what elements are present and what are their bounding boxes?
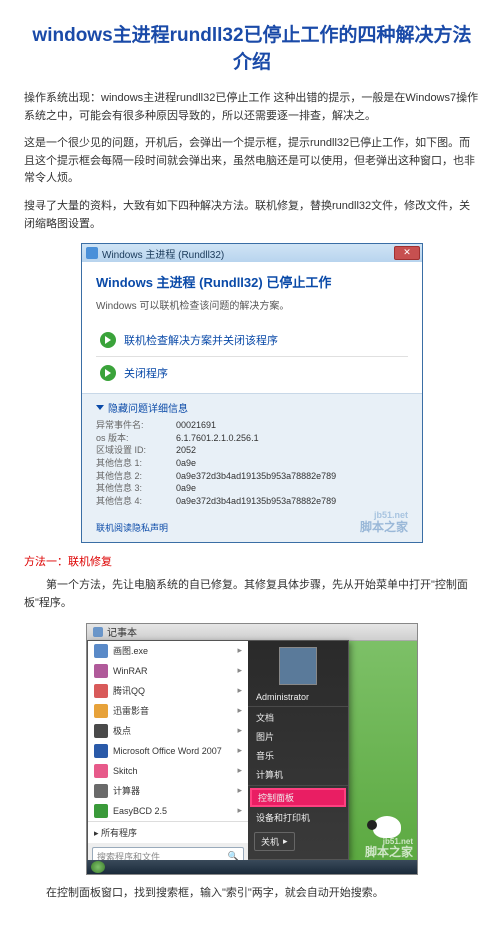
app-icon	[94, 724, 108, 738]
watermark-text: 脚本之家	[360, 521, 408, 534]
screenshot-start-menu: 记事本 画图.exe▸WinRAR▸腾讯QQ▸迅雷影音▸极点▸Microsoft…	[86, 623, 418, 875]
method-1-step-1: 第一个方法，先让电脑系统的自已修复。其修复具体步骤，先从开始菜单中打开"控制面板…	[24, 577, 480, 612]
paragraph-3: 搜寻了大量的资料，大致有如下四种解决方法。联机修复，替换rundll32文件，修…	[24, 198, 480, 233]
dialog-titlebar: Windows 主进程 (Rundll32) ✕	[82, 244, 422, 262]
action-close-program[interactable]: 关闭程序	[96, 359, 408, 387]
arrow-icon	[100, 332, 116, 348]
action-online-check[interactable]: 联机检查解决方案并关闭该程序	[96, 326, 408, 354]
screenshot-error-dialog: Windows 主进程 (Rundll32) ✕ Windows 主进程 (Ru…	[81, 243, 423, 543]
start-menu-app[interactable]: Microsoft Office Word 2007▸	[88, 741, 248, 761]
app-icon	[94, 784, 108, 798]
shutdown-area: 关机▸	[248, 832, 348, 855]
action-close-program-label: 关闭程序	[124, 365, 168, 381]
start-menu-app[interactable]: EasyBCD 2.5▸	[88, 801, 248, 821]
detail-row: 其他信息 3:0a9e	[96, 482, 408, 495]
detail-row: 其他信息 1:0a9e	[96, 457, 408, 470]
detail-row: 其他信息 4:0a9e372d3b4ad19135b953a78882e789	[96, 495, 408, 508]
paragraph-2: 这是一个很少见的问题，开机后，会弹出一个提示框，提示rundll32已停止工作，…	[24, 135, 480, 188]
app-icon	[94, 764, 108, 778]
start-menu-right-item[interactable]: 设备和打印机	[248, 808, 348, 827]
user-avatar[interactable]	[279, 647, 317, 685]
wallpaper-sheep	[373, 816, 401, 838]
start-menu-right: Administrator 文档图片音乐计算机 控制面板 设备和打印机 关机▸	[248, 641, 348, 859]
dialog-window-title: Windows 主进程 (Rundll32)	[102, 246, 224, 261]
start-menu-left: 画图.exe▸WinRAR▸腾讯QQ▸迅雷影音▸极点▸Microsoft Off…	[88, 641, 248, 859]
taskbar	[87, 860, 417, 874]
action-online-check-label: 联机检查解决方案并关闭该程序	[124, 332, 278, 348]
start-menu-app[interactable]: 计算器▸	[88, 781, 248, 801]
detail-row: os 版本:6.1.7601.2.1.0.256.1	[96, 432, 408, 445]
close-icon[interactable]: ✕	[394, 246, 420, 260]
method-1-heading: 方法一：联机修复	[24, 553, 480, 569]
detail-row: 区域设置 ID:2052	[96, 444, 408, 457]
start-menu-app[interactable]: 腾讯QQ▸	[88, 681, 248, 701]
control-panel-item[interactable]: 控制面板	[250, 788, 346, 807]
start-menu-right-item[interactable]: 音乐	[248, 746, 348, 765]
arrow-icon	[100, 365, 116, 381]
app-icon	[94, 804, 108, 818]
dialog-heading: Windows 主进程 (Rundll32) 已停止工作	[96, 272, 408, 291]
app-icon	[94, 664, 108, 678]
page-title: windows主进程rundll32已停止工作的四种解决方法介绍	[24, 20, 480, 74]
method-1-step-2: 在控制面板窗口，找到搜索框，输入"索引"两字，就会自动开始搜索。	[24, 885, 480, 903]
start-menu-right-item[interactable]: 图片	[248, 727, 348, 746]
start-menu-right-item[interactable]: 计算机	[248, 765, 348, 784]
start-menu-right-item[interactable]: 文档	[248, 708, 348, 727]
window-toolbar-label: 记事本	[107, 624, 137, 639]
detail-row: 其他信息 2:0a9e372d3b4ad19135b953a78882e789	[96, 470, 408, 483]
app-icon	[94, 684, 108, 698]
start-menu: 画图.exe▸WinRAR▸腾讯QQ▸迅雷影音▸极点▸Microsoft Off…	[87, 640, 349, 860]
watermark: jb51.net 脚本之家	[365, 838, 413, 858]
start-button[interactable]	[91, 861, 105, 873]
details-toggle[interactable]: 隐藏问题详细信息	[96, 400, 408, 415]
all-programs[interactable]: ▸ 所有程序	[88, 821, 248, 843]
window-toolbar: 记事本	[87, 624, 417, 641]
start-menu-app[interactable]: 迅雷影音▸	[88, 701, 248, 721]
shutdown-button[interactable]: 关机▸	[254, 832, 295, 851]
watermark: jb51.net 脚本之家	[360, 511, 408, 534]
app-icon	[94, 744, 108, 758]
app-icon	[94, 704, 108, 718]
app-icon	[94, 644, 108, 658]
user-name[interactable]: Administrator	[248, 689, 348, 705]
watermark-text: 脚本之家	[365, 845, 413, 859]
app-icon	[86, 247, 98, 259]
paragraph-1: 操作系统出现：windows主进程rundll32已停止工作 这种出错的提示，一…	[24, 90, 480, 125]
dialog-subheading: Windows 可以联机检查该问题的解决方案。	[96, 297, 408, 312]
start-menu-app[interactable]: WinRAR▸	[88, 661, 248, 681]
start-menu-app[interactable]: Skitch▸	[88, 761, 248, 781]
start-menu-app[interactable]: 画图.exe▸	[88, 641, 248, 661]
detail-row: 异常事件名:00021691	[96, 419, 408, 432]
start-menu-app[interactable]: 极点▸	[88, 721, 248, 741]
privacy-link[interactable]: 联机阅读隐私声明	[96, 521, 168, 534]
notepad-icon	[93, 627, 103, 637]
